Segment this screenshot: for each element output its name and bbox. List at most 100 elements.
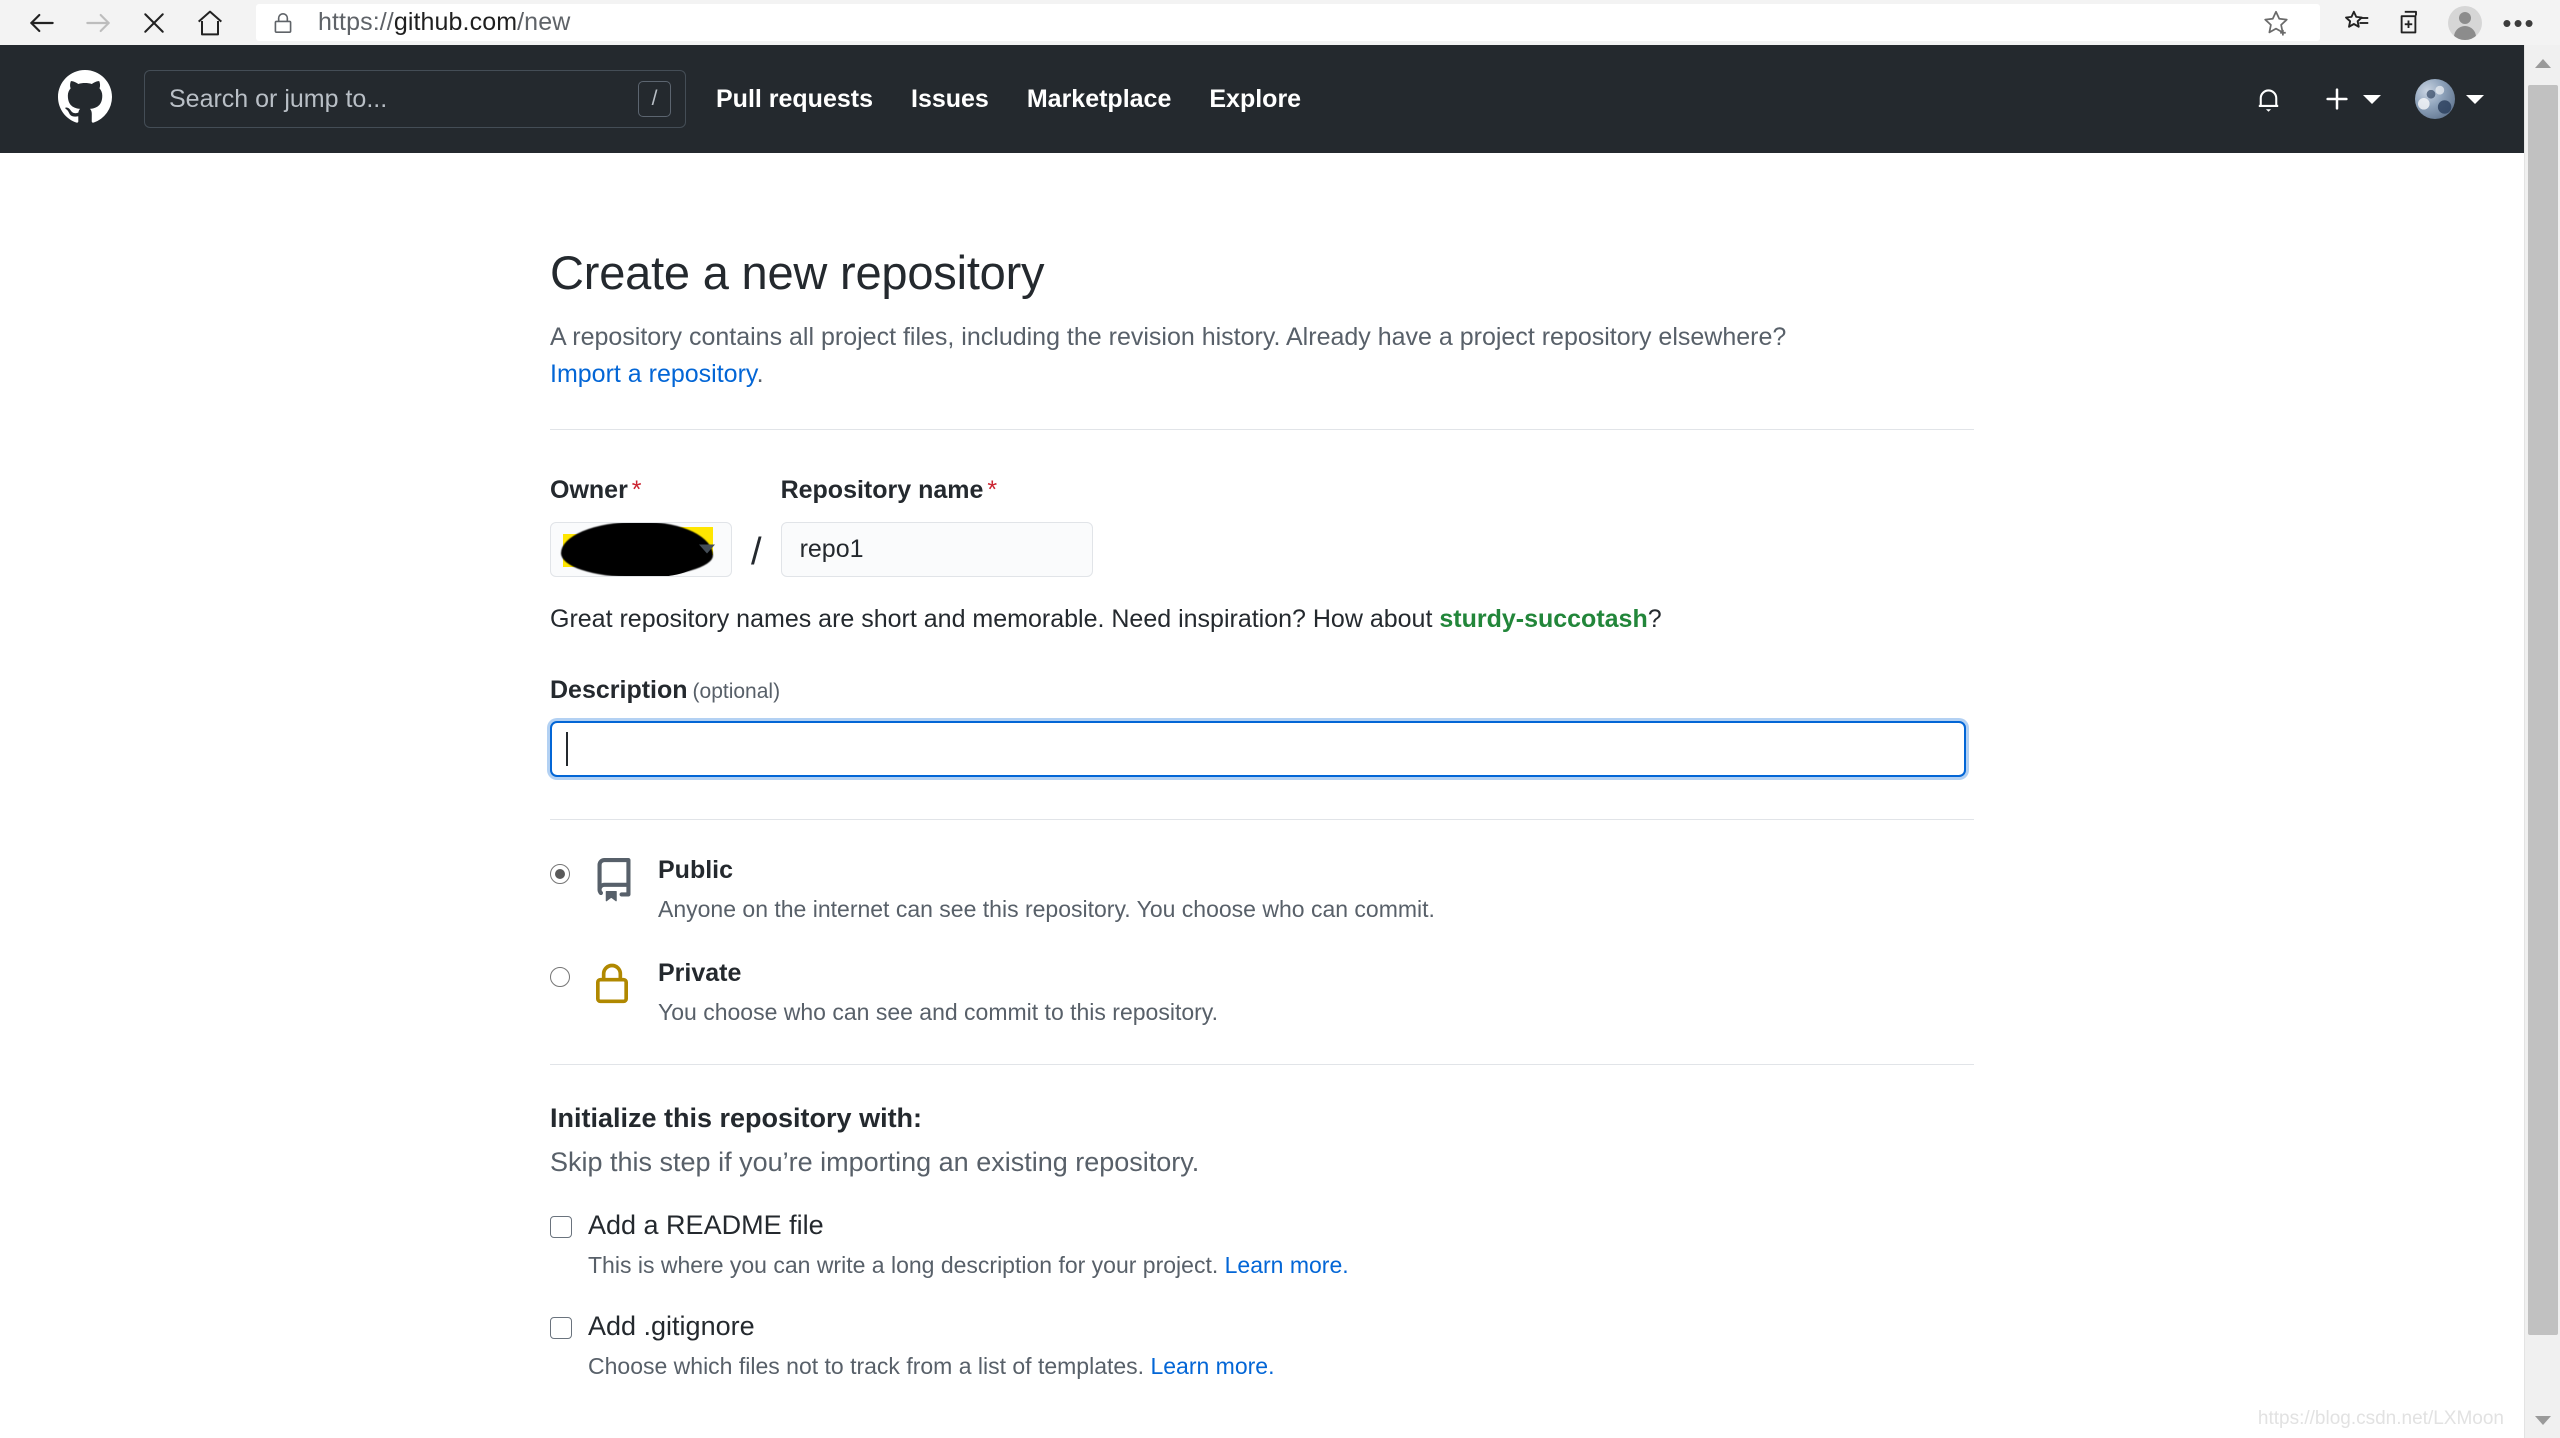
create-new-button[interactable] [2310,84,2393,114]
owner-field-block: Owner * [550,476,732,577]
readme-description: This is where you can write a long descr… [588,1251,1349,1278]
chevron-up-icon [2535,58,2551,68]
plus-icon [2326,88,2348,110]
repository-name-label: Repository name * [780,475,998,504]
github-header: Search or jump to... / Pull requests Iss… [0,45,2524,153]
add-collection-icon [2400,10,2417,33]
collections-button[interactable] [2330,0,2384,45]
description-input[interactable] [568,722,1950,775]
divider-visibility [550,818,1974,820]
import-repository-line: Import a repository. [550,360,1974,389]
page-scrollbar[interactable] [2524,45,2560,1438]
radio-public[interactable] [550,863,570,884]
radio-private[interactable] [550,966,570,987]
visibility-option-public[interactable]: Public Anyone on the internet can see th… [550,856,1974,923]
nav-explore[interactable]: Explore [1209,85,1301,114]
gitignore-label: Add .gitignore [588,1310,755,1341]
url-text: https://github.com/new [318,8,571,36]
browser-viewport: Search or jump to... / Pull requests Iss… [0,45,2560,1438]
visibility-private-text: Private You choose who can see and commi… [658,959,1974,1026]
chevron-down-icon [2363,94,2381,104]
search-input[interactable]: Search or jump to... / [144,70,686,128]
back-arrow-icon [30,13,54,32]
repository-name-hint: Great repository names are short and mem… [550,604,1662,633]
home-icon [198,10,222,35]
owner-repo-row: Owner * / Repository name * [550,476,1974,577]
stop-loading-button[interactable] [126,0,182,45]
avatar [2415,79,2455,119]
star-add-icon [2264,10,2288,35]
bell-icon [2258,89,2279,112]
browser-settings-button[interactable]: ••• [2492,0,2546,45]
visibility-private-title: Private [658,958,742,987]
scrollbar-thumb[interactable] [2528,85,2558,1335]
description-field-block: Description (optional) [550,676,1974,777]
page-area: Search or jump to... / Pull requests Iss… [0,45,2524,1438]
required-indicator: * [631,475,642,504]
visibility-option-private[interactable]: Private You choose who can see and commi… [550,959,1974,1026]
readme-checkbox-row[interactable]: Add a README file [550,1210,1974,1241]
nav-pull-requests[interactable]: Pull requests [716,85,873,114]
lock-icon [270,10,296,36]
import-repository-link[interactable]: Import a repository [550,360,757,388]
divider-top [550,428,1974,430]
owner-label: Owner * [550,475,642,504]
divider-initialize [550,1063,1974,1065]
chevron-down-icon [2466,94,2484,104]
import-link-suffix: . [756,359,764,388]
checkbox-add-readme[interactable] [550,1215,572,1238]
visibility-private-description: You choose who can see and commit to thi… [658,998,1218,1025]
github-home-link[interactable] [58,69,112,129]
chevron-down-icon [699,544,715,554]
nav-issues[interactable]: Issues [911,85,989,114]
owner-repo-separator: / [751,530,762,573]
gitignore-learn-more-link[interactable]: Learn more. [1150,1353,1274,1379]
browser-toolbar: https://github.com/new ••• [0,0,2560,45]
lock-icon [592,959,636,1010]
github-header-actions [2227,79,2484,119]
user-menu-button[interactable] [2393,79,2484,119]
scroll-down-button[interactable] [2525,1402,2560,1438]
back-button[interactable] [14,0,70,45]
repository-name-field-block: Repository name * [780,475,1093,577]
visibility-public-description: Anyone on the internet can see this repo… [658,895,1435,922]
visibility-public-title: Public [658,855,734,884]
readme-learn-more-link[interactable]: Learn more. [1225,1252,1349,1278]
search-shortcut-key: / [638,81,671,117]
address-bar[interactable]: https://github.com/new [256,4,2320,41]
description-input-wrapper[interactable] [550,720,1966,777]
favorites-list-icon [2345,10,2369,28]
search-placeholder: Search or jump to... [169,84,388,113]
repository-name-input[interactable] [780,521,1093,577]
owner-dropdown[interactable] [550,521,732,577]
suggested-name-link[interactable]: sturdy-succotash [1439,605,1647,633]
redaction-ink-secondary [577,538,703,576]
add-collection-button[interactable] [2384,0,2438,45]
initialize-option-readme: Add a README file This is where you can … [550,1210,1974,1279]
page-title: Create a new repository [550,246,1045,299]
checkbox-add-gitignore[interactable] [550,1316,572,1339]
add-favorite-button[interactable] [2246,4,2306,41]
nav-marketplace[interactable]: Marketplace [1027,85,1172,114]
browser-actions: ••• [2330,0,2546,45]
more-options-icon: ••• [2502,7,2536,38]
forward-button[interactable] [70,0,126,45]
github-mark-icon [58,69,112,123]
initialize-option-gitignore: Add .gitignore Choose which files not to… [550,1311,1974,1380]
forward-arrow-icon [86,13,110,32]
page-subtitle: A repository contains all project files,… [550,323,1787,351]
notifications-button[interactable] [2227,84,2310,115]
watermark: https://blog.csdn.net/LXMoon [2257,1408,2504,1429]
gitignore-description: Choose which files not to track from a l… [588,1352,1275,1379]
github-nav: Pull requests Issues Marketplace Explore [716,85,2227,114]
new-repository-form: Create a new repository A repository con… [550,153,1974,1380]
description-optional-note: (optional) [692,679,781,703]
gitignore-checkbox-row[interactable]: Add .gitignore [550,1311,1974,1342]
repo-book-icon [592,856,636,907]
home-button[interactable] [182,0,238,45]
browser-profile-button[interactable] [2438,0,2492,45]
scroll-up-button[interactable] [2525,45,2560,81]
required-indicator: * [987,475,998,504]
initialize-subtitle: Skip this step if you’re importing an ex… [550,1146,1200,1177]
visibility-public-text: Public Anyone on the internet can see th… [658,856,1974,923]
